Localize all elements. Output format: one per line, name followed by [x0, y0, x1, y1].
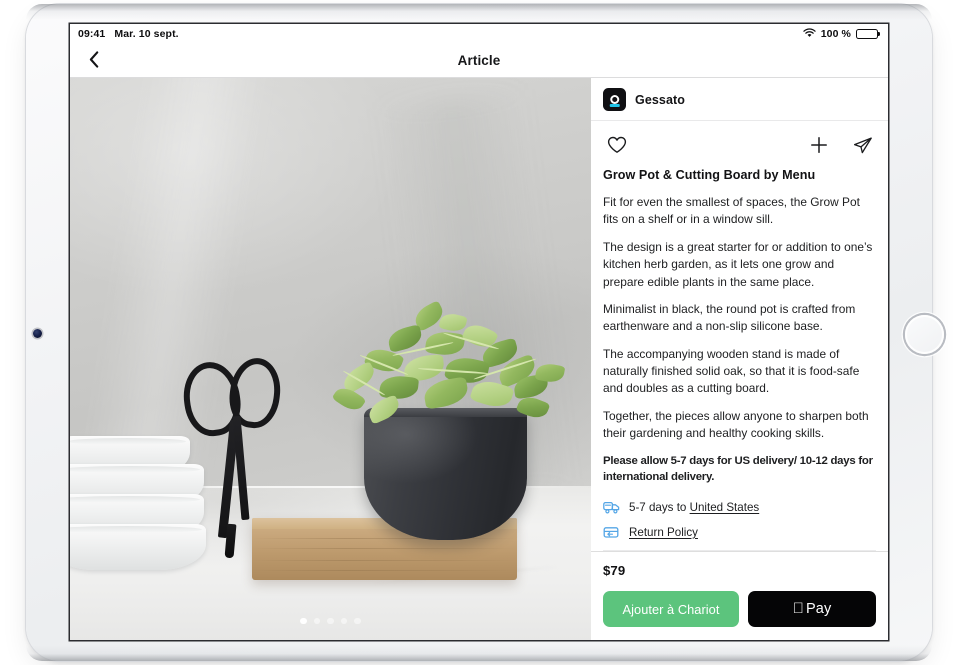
return-policy-link[interactable]: Return Policy — [629, 526, 698, 539]
status-bar-right: 100 % — [803, 27, 878, 41]
front-camera-icon — [33, 329, 42, 338]
photo-microgreens — [322, 300, 580, 441]
brand-name: Gessato — [635, 92, 686, 107]
heart-icon — [607, 136, 627, 157]
return-box-icon — [603, 525, 620, 540]
gallery-dot-4[interactable] — [340, 617, 348, 624]
plus-icon — [810, 136, 828, 157]
shipping-estimate-text: 5-7 days to — [629, 500, 690, 514]
photo-bowls — [70, 436, 234, 596]
shipping-destination-link[interactable]: United States — [690, 501, 760, 514]
return-policy-row[interactable]: Return Policy — [603, 525, 876, 540]
apple-pay-button[interactable]:  Pay — [748, 591, 876, 627]
add-to-cart-button[interactable]: Ajouter à Chariot — [603, 591, 739, 627]
product-image-gallery[interactable] — [70, 78, 591, 640]
wifi-icon — [803, 27, 816, 41]
product-description: Grow Pot & Cutting Board by Menu Fit for… — [591, 168, 888, 551]
add-button[interactable] — [805, 133, 832, 160]
back-button[interactable] — [81, 48, 107, 74]
gallery-dot-5[interactable] — [354, 617, 361, 624]
battery-full-icon — [856, 29, 878, 39]
status-bar-left: 09:41 Mar. 10 sept. — [78, 28, 179, 40]
screenshot-root: 09:41 Mar. 10 sept. 100 % Article Gessat… — [0, 0, 958, 665]
status-time: 09:41 — [78, 28, 106, 40]
apple-pay-label: Pay — [800, 601, 831, 617]
shipping-note: Please allow 5-7 days for US delivery/ 1… — [603, 454, 873, 484]
description-paragraph-5: Together, the pieces allow anyone to sha… — [603, 408, 869, 441]
apple-logo-icon:  — [793, 601, 804, 616]
brand-row[interactable]: Gessato — [591, 78, 888, 121]
battery-percent-label: 100 % — [820, 28, 851, 40]
gallery-dot-3[interactable] — [327, 617, 334, 624]
gallery-dot-1[interactable] — [300, 617, 307, 624]
share-button[interactable] — [849, 133, 876, 160]
page-title: Article — [457, 53, 501, 68]
description-paragraph-1: Fit for even the smallest of spaces, the… — [603, 195, 860, 227]
delivery-truck-icon — [603, 500, 620, 515]
description-paragraph-2: The design is a great starter for or add… — [603, 239, 873, 289]
gallery-dot-2[interactable] — [313, 617, 321, 624]
purchase-buttons: Ajouter à Chariot  Pay — [603, 591, 876, 627]
status-date: Mar. 10 sept. — [114, 28, 179, 40]
chevron-left-icon — [89, 50, 99, 71]
gallery-page-indicator[interactable] — [70, 617, 591, 624]
home-button[interactable] — [905, 315, 944, 354]
nav-bar: Article — [70, 44, 888, 78]
description-paragraph-4: The accompanying wooden stand is made of… — [603, 346, 860, 396]
favorite-button[interactable] — [603, 133, 630, 160]
status-bar: 09:41 Mar. 10 sept. 100 % — [70, 24, 888, 44]
device-screen: 09:41 Mar. 10 sept. 100 % Article Gessat… — [70, 24, 888, 640]
product-details-panel: Gessato Grow Pot & Cutting Board by Menu… — [591, 78, 888, 640]
product-photo — [70, 78, 591, 640]
article-content: Gessato Grow Pot & Cutting Board by Menu… — [70, 78, 888, 640]
product-title: Grow Pot & Cutting Board by Menu — [603, 168, 816, 182]
purchase-section: $79 Ajouter à Chariot  Pay — [591, 551, 888, 640]
shipping-estimate-row[interactable]: 5-7 days to United States — [603, 500, 876, 515]
gessato-logo-icon — [603, 88, 626, 111]
send-icon — [853, 136, 873, 158]
product-price: $79 — [603, 563, 626, 578]
product-actions — [591, 121, 888, 168]
description-paragraph-3: Minimalist in black, the round pot is cr… — [603, 301, 856, 334]
